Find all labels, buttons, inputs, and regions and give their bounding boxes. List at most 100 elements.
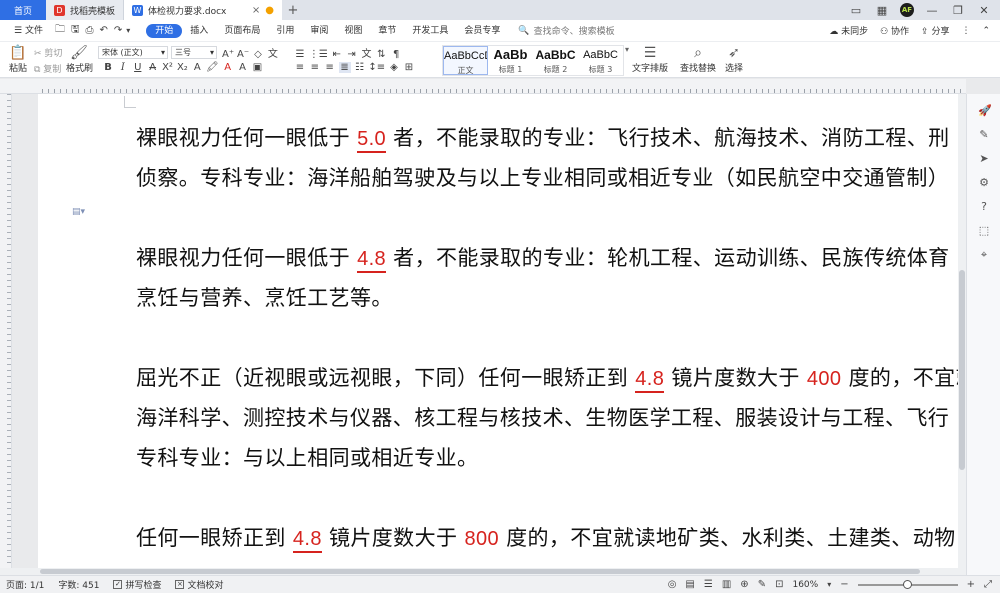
- chevron-down-icon[interactable]: ▾: [827, 580, 831, 589]
- font-effect-icon[interactable]: A: [191, 62, 203, 73]
- chevron-down-icon[interactable]: ▾: [126, 26, 130, 35]
- fullscreen-icon[interactable]: ⤢: [984, 579, 992, 590]
- italic-icon[interactable]: I: [117, 62, 129, 73]
- subscript-icon[interactable]: X₂: [176, 62, 188, 73]
- close-icon[interactable]: ×: [252, 5, 260, 16]
- horizontal-ruler[interactable]: [0, 79, 966, 94]
- align-justify-icon[interactable]: ≣: [338, 62, 351, 73]
- help-icon[interactable]: ?: [978, 200, 990, 213]
- char-shading-icon[interactable]: ▣: [251, 62, 263, 73]
- tab-insert[interactable]: 插入: [182, 24, 216, 38]
- fit-page-icon[interactable]: ⊡: [775, 579, 783, 590]
- font-color-icon[interactable]: A: [222, 62, 234, 73]
- line-spacing-icon[interactable]: ↕≡: [368, 62, 385, 73]
- zoom-out-icon[interactable]: −: [840, 579, 848, 590]
- tab-page-layout[interactable]: 页面布局: [216, 24, 268, 38]
- document-line[interactable]: 烹饪与营养、烹饪工艺等。: [136, 282, 393, 312]
- align-left-icon[interactable]: ≡: [294, 62, 306, 73]
- border-icon[interactable]: ⊞: [403, 62, 415, 73]
- copy-button[interactable]: ⧉ 复制: [34, 62, 61, 75]
- pointer-icon[interactable]: ➤: [978, 152, 990, 165]
- distribute-icon[interactable]: ☷: [354, 62, 366, 73]
- page-indicator[interactable]: 页面: 1/1: [6, 578, 44, 591]
- font-size-select[interactable]: 三号 ▾: [171, 46, 217, 59]
- collapse-ribbon-icon[interactable]: ⌃: [982, 26, 990, 36]
- tab-template[interactable]: D 找稻壳模板: [46, 0, 124, 20]
- document-line[interactable]: 屈光不正（近视眼或远视眼，下同）任何一眼矫正到 4.8 镜片度数大于 400 度…: [136, 362, 966, 393]
- document-line[interactable]: 裸眼视力任何一眼低于 4.8 者，不能录取的专业：轮机工程、运动训练、民族传统体…: [136, 242, 950, 273]
- web-view-icon[interactable]: ⊕: [740, 579, 748, 590]
- eye-protection-icon[interactable]: ◎: [668, 579, 677, 590]
- increase-indent-icon[interactable]: ⇥: [346, 49, 358, 60]
- horizontal-scrollbar[interactable]: [0, 568, 958, 575]
- layout-icon[interactable]: ▭: [848, 4, 864, 17]
- shading-icon[interactable]: ◈: [388, 62, 400, 73]
- tab-home[interactable]: 首页: [0, 0, 46, 20]
- font-name-select[interactable]: 宋体 (正文) ▾: [98, 46, 168, 59]
- paragraph-mark-icon[interactable]: ¶: [390, 49, 402, 60]
- bullet-list-icon[interactable]: ☰: [294, 49, 306, 60]
- document-line[interactable]: 海洋科学、测控技术与仪器、核工程与核技术、生物医学工程、服装设计与工程、飞行: [136, 402, 949, 432]
- adjust-icon[interactable]: ⚙: [978, 176, 990, 189]
- tab-start[interactable]: 开始: [146, 23, 183, 38]
- zoom-in-icon[interactable]: +: [967, 579, 975, 590]
- format-painter-button[interactable]: 🖌 格式刷: [66, 45, 93, 74]
- zoom-level[interactable]: 160%: [792, 580, 818, 590]
- more-icon[interactable]: ⋮: [961, 26, 970, 36]
- zoom-slider[interactable]: [857, 579, 958, 589]
- decrease-indent-icon[interactable]: ⇤: [331, 49, 343, 60]
- command-search[interactable]: 🔍 查找命令、搜索模板: [518, 24, 614, 38]
- window-close-icon[interactable]: ✕: [976, 4, 992, 17]
- rocket-icon[interactable]: 🚀: [978, 104, 992, 117]
- bold-icon[interactable]: B: [102, 62, 114, 73]
- paragraph-tools-icon[interactable]: ▤▾: [72, 207, 85, 217]
- chinese-layout-icon[interactable]: 文: [360, 45, 372, 60]
- word-count[interactable]: 字数: 451: [58, 578, 99, 591]
- vertical-scrollbar-thumb[interactable]: [959, 270, 965, 470]
- pinyin-icon[interactable]: 文: [267, 45, 279, 60]
- superscript-icon[interactable]: X²: [162, 62, 174, 73]
- align-center-icon[interactable]: ≡: [309, 62, 321, 73]
- strikethrough-icon[interactable]: A: [147, 62, 159, 73]
- highlight-icon[interactable]: 🖍: [206, 62, 219, 73]
- grid-icon[interactable]: ▦: [874, 4, 890, 17]
- grow-font-icon[interactable]: A⁺: [222, 49, 234, 60]
- sort-icon[interactable]: ⇅: [375, 49, 387, 60]
- tab-chapter[interactable]: 章节: [370, 24, 404, 38]
- tab-document[interactable]: W 体检视力要求.docx × ●: [124, 0, 282, 20]
- restore-icon[interactable]: ❐: [950, 4, 966, 17]
- print-icon[interactable]: ⎙: [85, 25, 93, 36]
- style-heading-2[interactable]: AaBbC 标题 2: [533, 46, 578, 75]
- new-tab-button[interactable]: +: [282, 0, 304, 20]
- document-line[interactable]: 专科专业：与以上相同或相近专业。: [136, 442, 478, 472]
- outline-view-icon[interactable]: ☰: [704, 579, 713, 590]
- tab-reference[interactable]: 引用: [268, 24, 302, 38]
- style-gallery-more[interactable]: ▾: [625, 45, 629, 54]
- shrink-font-icon[interactable]: A⁻: [237, 49, 249, 60]
- pen-icon[interactable]: ✎: [978, 128, 990, 141]
- vertical-scrollbar[interactable]: [958, 94, 966, 575]
- text-layout-button[interactable]: ☰ 文字排版: [632, 45, 668, 74]
- write-mode-icon[interactable]: ✎: [758, 579, 766, 590]
- underline-icon[interactable]: U: [132, 62, 144, 73]
- document-line[interactable]: 侦察。专科专业：海洋船舶驾驶及与以上专业相同或相近专业（如民航空中交通管制）: [136, 162, 949, 192]
- spell-check-toggle[interactable]: ✓ 拼写检查: [113, 578, 161, 591]
- horizontal-scrollbar-thumb[interactable]: [40, 569, 920, 574]
- collab-button[interactable]: ⚇ 协作: [880, 24, 909, 37]
- clear-format-icon[interactable]: ◇: [252, 49, 264, 60]
- zoom-slider-knob[interactable]: [903, 579, 913, 589]
- paste-button[interactable]: 📋 粘贴: [6, 45, 30, 74]
- box-icon[interactable]: ⬚: [978, 224, 990, 237]
- tab-member[interactable]: 会员专享: [456, 24, 508, 38]
- sync-status[interactable]: ☁ 未同步: [829, 24, 868, 37]
- tab-review[interactable]: 审阅: [302, 24, 336, 38]
- tab-view[interactable]: 视图: [336, 24, 370, 38]
- proofread-button[interactable]: × 文档校对: [175, 578, 224, 591]
- document-line[interactable]: 裸眼视力任何一眼低于 5.0 者，不能录取的专业：飞行技术、航海技术、消防工程、…: [136, 122, 950, 153]
- numbered-list-icon[interactable]: ⋮☰: [309, 49, 328, 60]
- find-replace-button[interactable]: ⌕ 查找替换: [680, 45, 716, 74]
- style-heading-3[interactable]: AaBbC 标题 3: [578, 46, 623, 75]
- char-border-icon[interactable]: A: [237, 62, 249, 73]
- undo-icon[interactable]: ↶: [99, 25, 107, 36]
- document-line[interactable]: 任何一眼矫正到 4.8 镜片度数大于 800 度的，不宜就读地矿类、水利类、土建…: [136, 522, 956, 553]
